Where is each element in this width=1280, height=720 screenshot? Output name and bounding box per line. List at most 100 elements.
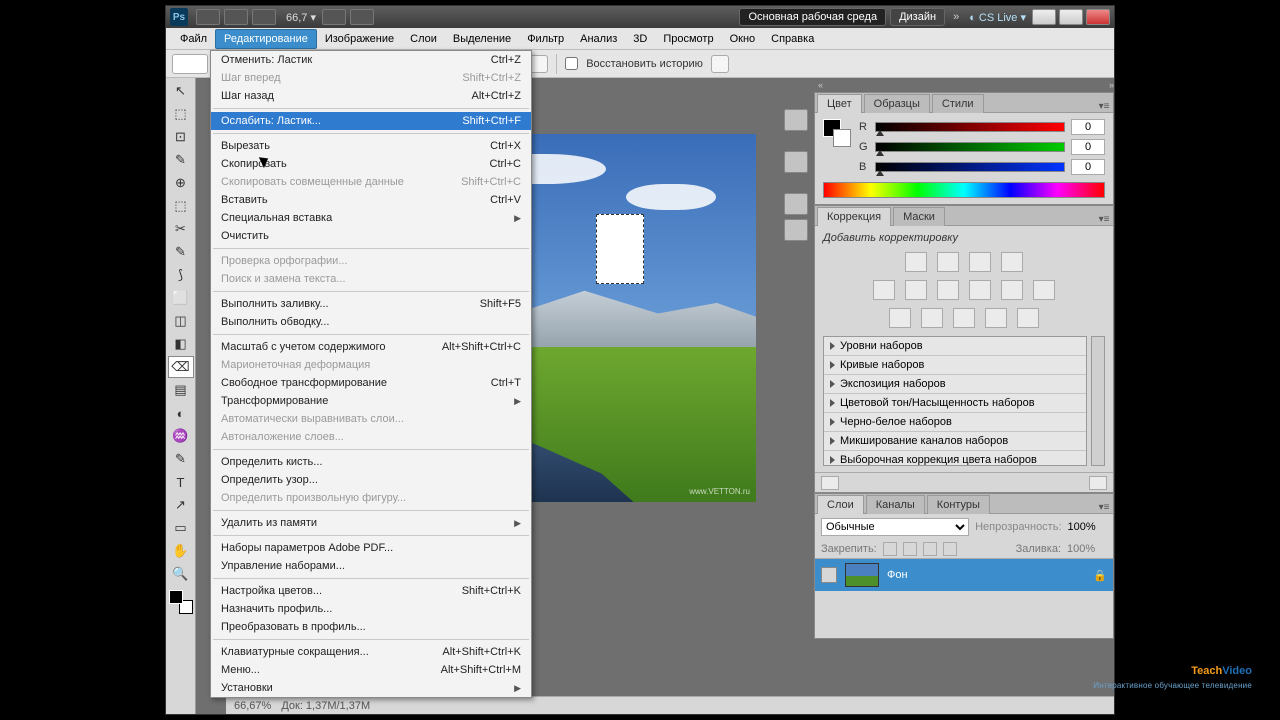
color-spectrum[interactable] (823, 182, 1105, 198)
blend-mode-select[interactable]: Обычные (821, 518, 969, 536)
tool-button[interactable]: ▭ (168, 517, 194, 539)
status-doc-size[interactable]: Док: 1,37M/1,37M (281, 700, 370, 712)
tool-button[interactable]: ⬚ (168, 103, 194, 125)
menu-item[interactable]: Специальная вставка▶ (211, 209, 531, 227)
preset-item[interactable]: Уровни наборов (824, 337, 1086, 356)
lock-transparent-icon[interactable] (883, 542, 897, 556)
panel-menu-icon[interactable]: ▾≡ (1095, 502, 1113, 513)
tool-button[interactable]: ♒ (168, 425, 194, 447)
menu-item[interactable]: Очистить (211, 227, 531, 245)
lock-pixels-icon[interactable] (903, 542, 917, 556)
menu-редактирование[interactable]: Редактирование (215, 29, 317, 49)
screen-mode-button[interactable] (350, 9, 374, 25)
eraser-preview[interactable] (172, 54, 208, 74)
menu-item[interactable]: Установки▶ (211, 679, 531, 697)
fill-value[interactable]: 100% (1067, 543, 1107, 555)
tool-button[interactable]: ⟆ (168, 264, 194, 286)
channel-value[interactable]: 0 (1071, 119, 1105, 135)
menu-файл[interactable]: Файл (172, 30, 215, 48)
menu-item[interactable]: Удалить из памяти▶ (211, 514, 531, 532)
preset-item[interactable]: Выборочная коррекция цвета наборов (824, 451, 1086, 466)
channel-slider[interactable] (875, 122, 1065, 132)
panel-menu-icon[interactable]: ▾≡ (1095, 214, 1113, 225)
layer-visibility-icon[interactable] (821, 567, 837, 583)
menu-item[interactable]: ВырезатьCtrl+X (211, 137, 531, 155)
menu-item[interactable]: Ослабить: Ластик...Shift+Ctrl+F (211, 112, 531, 130)
tool-button[interactable]: ⊡ (168, 126, 194, 148)
hue-sat-icon[interactable] (905, 280, 927, 300)
layer-thumbnail[interactable] (845, 563, 879, 587)
levels-icon[interactable] (937, 252, 959, 272)
menu-item[interactable]: Трансформирование▶ (211, 392, 531, 410)
color-balance-icon[interactable] (937, 280, 959, 300)
channel-value[interactable]: 0 (1071, 139, 1105, 155)
tab-paths[interactable]: Контуры (927, 495, 990, 514)
menu-анализ[interactable]: Анализ (572, 30, 625, 48)
window-minimize-button[interactable] (1032, 9, 1056, 25)
menu-item[interactable]: Масштаб с учетом содержимогоAlt+Shift+Ct… (211, 338, 531, 356)
tool-button[interactable]: ✂ (168, 218, 194, 240)
tool-button[interactable]: ✋ (168, 540, 194, 562)
mini-bridge-button[interactable] (224, 9, 248, 25)
invert-icon[interactable] (889, 308, 911, 328)
bridge-button[interactable] (196, 9, 220, 25)
preset-item[interactable]: Экспозиция наборов (824, 375, 1086, 394)
lock-all-icon[interactable] (943, 542, 957, 556)
menu-справка[interactable]: Справка (763, 30, 822, 48)
panel-menu-icon[interactable]: ▾≡ (1095, 101, 1113, 112)
tool-button[interactable]: ↗ (168, 494, 194, 516)
vibrance-icon[interactable] (873, 280, 895, 300)
workspace-primary[interactable]: Основная рабочая среда (739, 8, 886, 26)
tablet-pressure-icon[interactable] (711, 55, 729, 73)
menu-3d[interactable]: 3D (625, 30, 655, 48)
layer-row[interactable]: Фон 🔒 (815, 559, 1113, 591)
menu-item[interactable]: Выполнить обводку... (211, 313, 531, 331)
bw-icon[interactable] (969, 280, 991, 300)
arrange-docs-button[interactable] (322, 9, 346, 25)
tool-button[interactable]: ✎ (168, 448, 194, 470)
view-extras-button[interactable] (252, 9, 276, 25)
menu-item[interactable]: Определить кисть... (211, 453, 531, 471)
menu-фильтр[interactable]: Фильтр (519, 30, 572, 48)
history-panel-icon[interactable] (784, 151, 808, 173)
tool-button[interactable]: ⬜ (168, 287, 194, 309)
tool-button[interactable]: ✎ (168, 149, 194, 171)
character-panel-icon[interactable] (784, 193, 808, 215)
menu-item[interactable]: Назначить профиль... (211, 600, 531, 618)
channel-value[interactable]: 0 (1071, 159, 1105, 175)
restore-history-checkbox[interactable] (565, 57, 578, 70)
tab-adjustments[interactable]: Коррекция (817, 207, 891, 226)
mini-bridge-icon[interactable] (784, 109, 808, 131)
menu-item[interactable]: Выполнить заливку...Shift+F5 (211, 295, 531, 313)
status-zoom[interactable]: 66,67% (234, 700, 271, 712)
workspace-secondary[interactable]: Дизайн (890, 8, 945, 26)
tab-channels[interactable]: Каналы (866, 495, 925, 514)
preset-item[interactable]: Микширование каналов наборов (824, 432, 1086, 451)
fg-bg-color[interactable] (169, 590, 193, 614)
channel-slider[interactable] (875, 142, 1065, 152)
tool-button[interactable]: 🔍 (168, 563, 194, 585)
lock-position-icon[interactable] (923, 542, 937, 556)
menu-item[interactable]: Преобразовать в профиль... (211, 618, 531, 636)
menu-item[interactable]: Клавиатурные сокращения...Alt+Shift+Ctrl… (211, 643, 531, 661)
return-to-adj-list-icon[interactable] (821, 476, 839, 490)
preset-item[interactable]: Кривые наборов (824, 356, 1086, 375)
menu-item[interactable]: ВставитьCtrl+V (211, 191, 531, 209)
tool-button[interactable]: ⌫ (168, 356, 194, 378)
curves-icon[interactable] (969, 252, 991, 272)
tool-button[interactable]: ✎ (168, 241, 194, 263)
tool-button[interactable]: ◫ (168, 310, 194, 332)
tab-styles[interactable]: Стили (932, 94, 984, 113)
paragraph-panel-icon[interactable] (784, 219, 808, 241)
channel-mixer-icon[interactable] (1033, 280, 1055, 300)
channel-slider[interactable] (875, 162, 1065, 172)
tool-button[interactable]: ↖ (168, 80, 194, 102)
tab-masks[interactable]: Маски (893, 207, 945, 226)
menu-изображение[interactable]: Изображение (317, 30, 402, 48)
tool-button[interactable]: ◧ (168, 333, 194, 355)
zoom-display[interactable]: 66,7 ▾ (286, 11, 316, 24)
menu-item[interactable]: Свободное трансформированиеCtrl+T (211, 374, 531, 392)
tab-color[interactable]: Цвет (817, 94, 862, 113)
workspace-more-icon[interactable]: » (953, 11, 959, 23)
flow-button[interactable] (530, 55, 548, 73)
